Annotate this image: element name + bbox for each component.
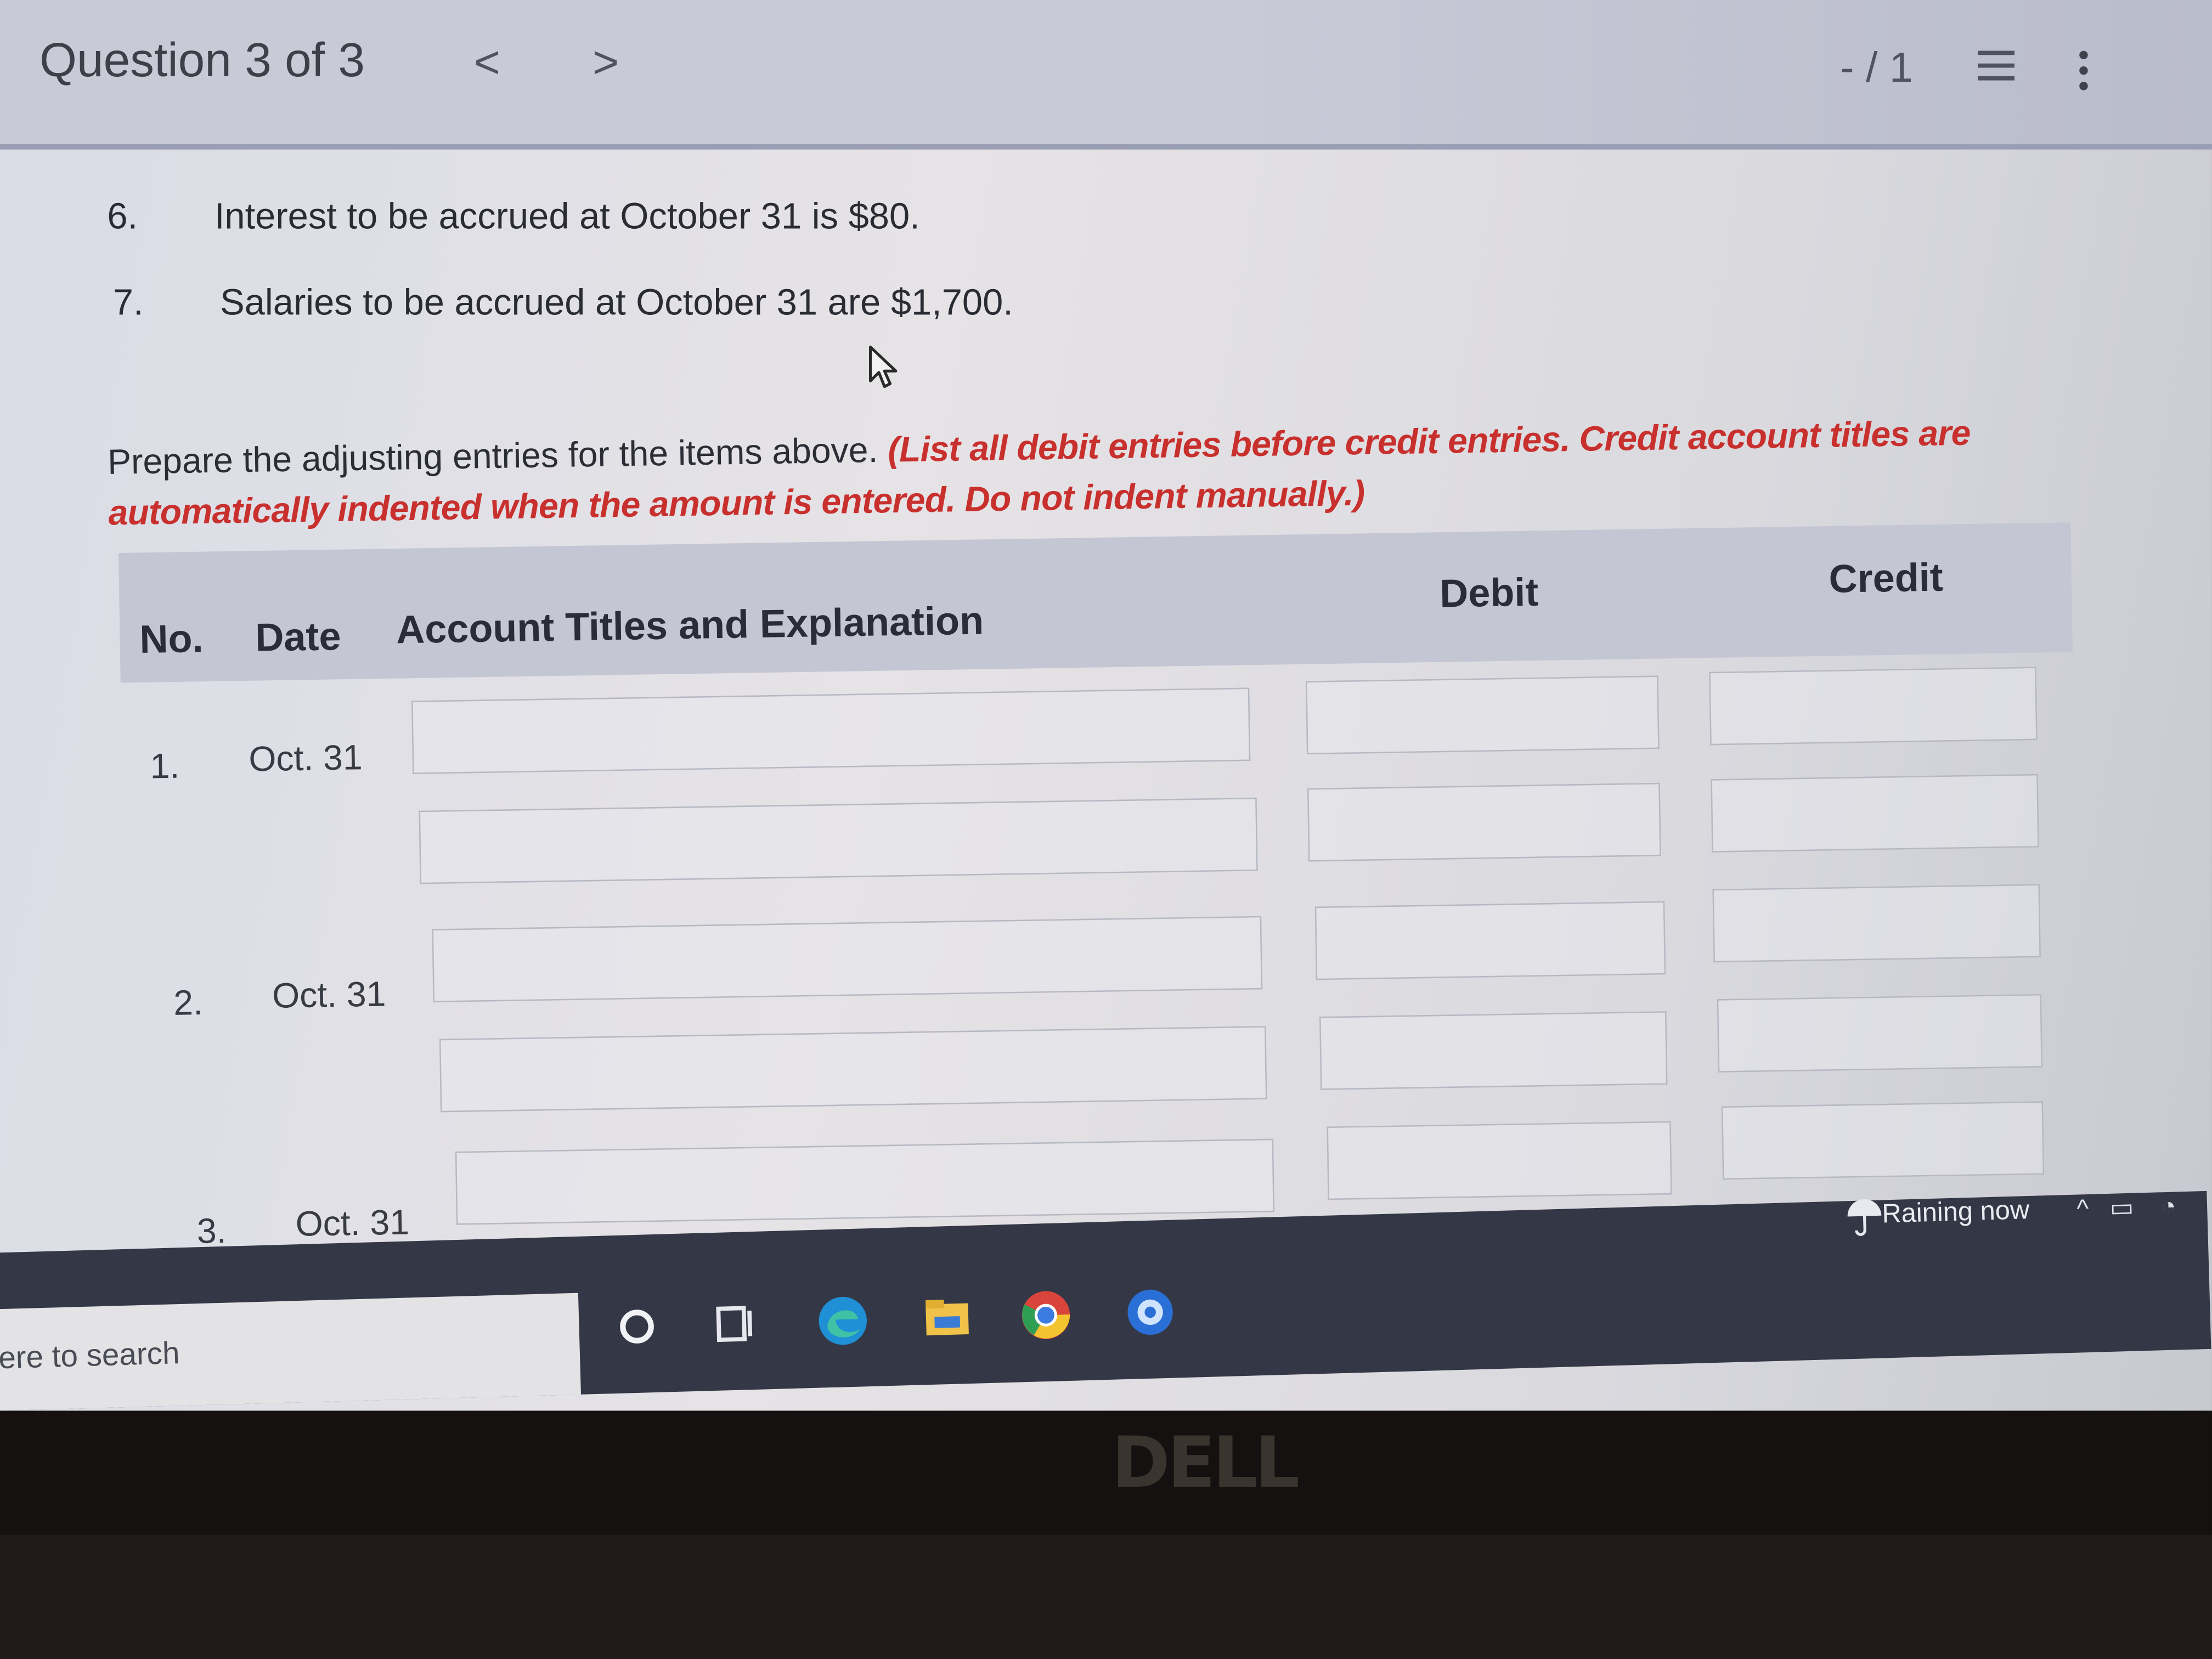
mouse-cursor-icon [868, 345, 898, 388]
laptop-bezel [0, 1534, 2212, 1659]
entry-date: Oct. 31 [272, 975, 386, 1017]
item-text: Interest to be accrued at October 31 is … [214, 194, 920, 237]
debit-input[interactable] [1305, 675, 1660, 755]
credit-input[interactable] [1721, 1101, 2045, 1180]
account-title-input[interactable] [419, 797, 1258, 884]
dell-logo: DELL [1111, 1421, 1300, 1504]
item-text: Salaries to be accrued at October 31 are… [220, 280, 1013, 323]
entry-number: 1. [149, 747, 180, 787]
task-view-icon[interactable] [705, 1294, 766, 1355]
next-question-button[interactable]: > [592, 37, 619, 89]
debit-input[interactable] [1319, 1011, 1668, 1090]
taskbar-search-box[interactable]: ere to search [0, 1293, 582, 1411]
umbrella-icon [1847, 1199, 1882, 1236]
account-title-input[interactable] [411, 687, 1251, 775]
header-credit: Credit [1829, 555, 1944, 601]
credit-input[interactable] [1712, 884, 2041, 963]
question-header: Question 3 of 3 < > - / 1 [0, 0, 2212, 150]
credit-input[interactable] [1717, 994, 2043, 1073]
entry-date: Oct. 31 [248, 738, 363, 780]
file-explorer-icon[interactable] [917, 1288, 978, 1348]
header-date: Date [255, 614, 342, 660]
edge-icon[interactable] [812, 1290, 873, 1351]
wifi-icon[interactable]: ◔ [2160, 1192, 2176, 1222]
item-number: 7. [112, 280, 144, 323]
account-title-input[interactable] [455, 1138, 1275, 1225]
entry-date: Oct. 31 [295, 1203, 410, 1245]
table-header: No. Date Account Titles and Explanation … [118, 522, 2073, 683]
battery-icon[interactable]: ▭ [2109, 1193, 2134, 1223]
credit-input[interactable] [1709, 667, 2038, 746]
entry-number: 2. [173, 983, 204, 1024]
debit-input[interactable] [1314, 901, 1666, 980]
instructions-text: Prepare the adjusting entries for the it… [107, 431, 878, 483]
chrome-icon[interactable] [1015, 1285, 1076, 1346]
weather-status[interactable]: Raining now [1882, 1196, 2030, 1231]
chevron-up-icon[interactable]: ^ [2076, 1194, 2089, 1224]
account-title-input[interactable] [439, 1026, 1267, 1113]
account-title-input[interactable] [432, 916, 1263, 1003]
question-list-icon[interactable] [1978, 50, 2015, 93]
cortana-circle-icon[interactable] [607, 1296, 668, 1357]
item-number: 6. [107, 194, 138, 237]
search-placeholder: ere to search [0, 1335, 180, 1376]
browser-screen: Question 3 of 3 < > - / 1 6. Interest to… [0, 0, 2212, 1411]
header-account: Account Titles and Explanation [396, 599, 984, 652]
debit-input[interactable] [1327, 1121, 1672, 1200]
journal-entry-table: No. Date Account Titles and Explanation … [118, 522, 2105, 1286]
header-debit: Debit [1439, 570, 1539, 616]
app-icon[interactable] [1120, 1282, 1181, 1342]
debit-input[interactable] [1307, 782, 1661, 862]
instructions: Prepare the adjusting entries for the it… [107, 406, 2097, 539]
more-options-icon[interactable] [2079, 50, 2091, 96]
header-no: No. [139, 616, 204, 662]
question-counter: Question 3 of 3 [39, 33, 365, 88]
credit-input[interactable] [1711, 774, 2039, 853]
previous-question-button[interactable]: < [474, 37, 500, 89]
question-score: - / 1 [1839, 45, 1913, 92]
